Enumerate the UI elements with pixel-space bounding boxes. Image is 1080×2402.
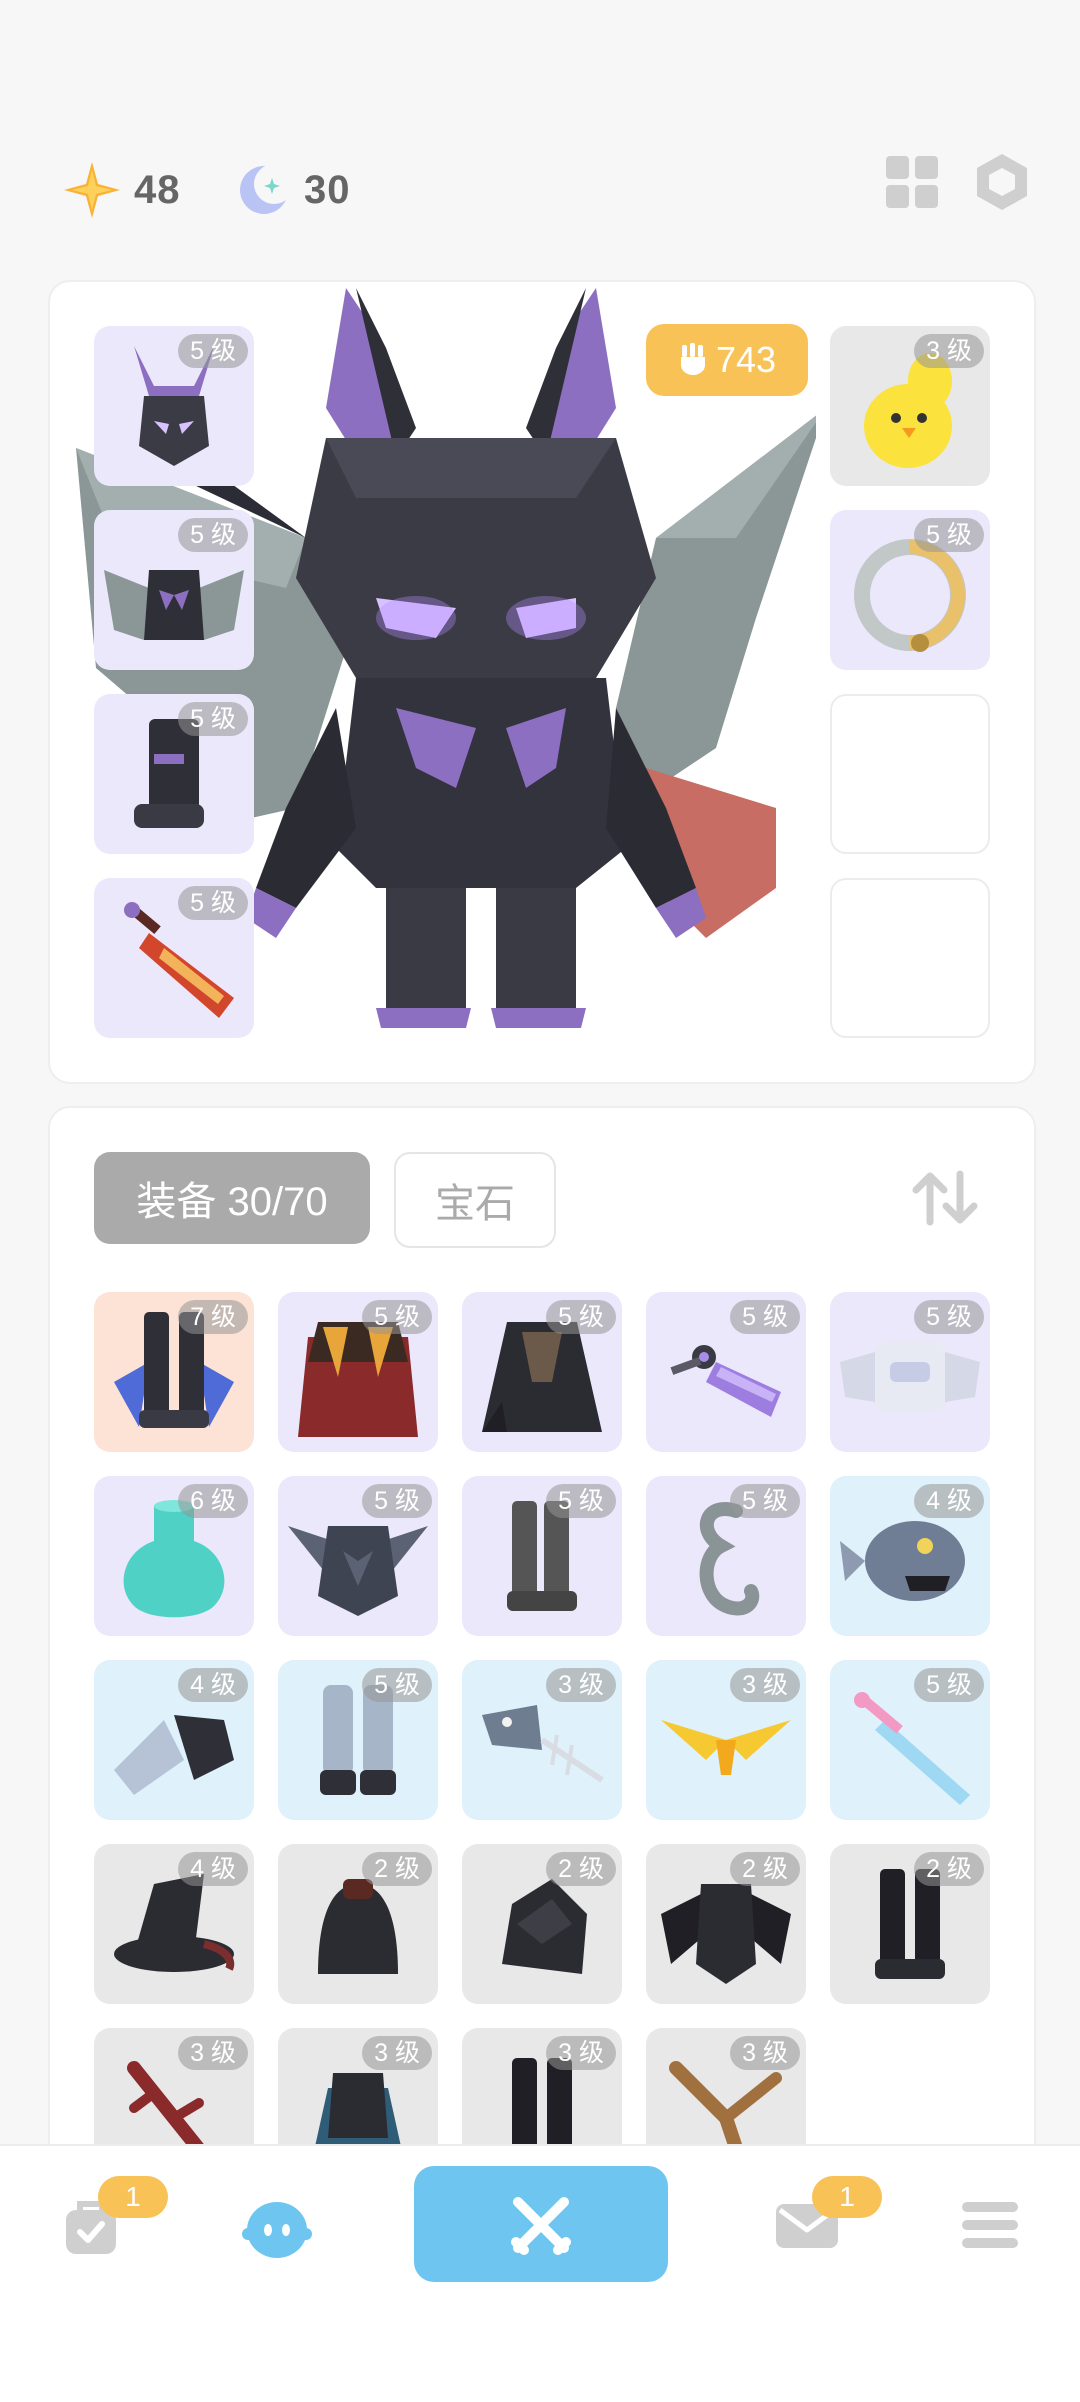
item-level: 5 级 — [914, 1668, 984, 1702]
inventory-item[interactable]: 2 级 — [646, 1844, 806, 2004]
equip-slot-ring[interactable]: 5 级 — [830, 510, 990, 670]
item-level: 3 级 — [730, 2036, 800, 2070]
equip-slot-empty-1[interactable] — [830, 694, 990, 854]
inventory-item[interactable]: 4 级 — [830, 1476, 990, 1636]
item-level: 4 级 — [178, 1852, 248, 1886]
tab-gems[interactable]: 宝石 — [394, 1152, 556, 1248]
item-level: 3 级 — [546, 2036, 616, 2070]
settings-hexagon-icon[interactable] — [972, 152, 1032, 212]
inventory-item[interactable]: 5 级 — [278, 1660, 438, 1820]
item-level: 5 级 — [546, 1484, 616, 1518]
item-level: 2 级 — [546, 1852, 616, 1886]
inventory-item[interactable]: 3 级 — [646, 2028, 806, 2144]
equip-slot-boots[interactable]: 5 级 — [94, 694, 254, 854]
equip-slot-helmet[interactable]: 5 级 — [94, 326, 254, 486]
equip-slot-pet[interactable]: 3 级 — [830, 326, 990, 486]
moon-icon — [240, 164, 292, 214]
inventory-item[interactable]: 3 级 — [94, 2028, 254, 2144]
battle-button[interactable] — [414, 2166, 668, 2282]
item-level: 3 级 — [730, 1668, 800, 1702]
inventory-item[interactable]: 3 级 — [462, 1660, 622, 1820]
item-level: 5 级 — [178, 886, 248, 920]
moon-currency: 30 — [236, 150, 351, 230]
inventory-item[interactable]: 3 级 — [462, 2028, 622, 2144]
item-level: 5 级 — [730, 1300, 800, 1334]
equip-slot-weapon[interactable]: 5 级 — [94, 878, 254, 1038]
inventory-item[interactable]: 4 级 — [94, 1844, 254, 2004]
star-count: 48 — [134, 167, 181, 212]
inventory-item[interactable]: 2 级 — [278, 1844, 438, 2004]
inventory-item[interactable]: 5 级 — [278, 1292, 438, 1452]
power-value: 743 — [715, 339, 777, 380]
inventory-item[interactable]: 4 级 — [94, 1660, 254, 1820]
item-level: 4 级 — [914, 1484, 984, 1518]
item-level: 6 级 — [178, 1484, 248, 1518]
inventory-item[interactable]: 5 级 — [462, 1292, 622, 1452]
quest-badge: 1 — [98, 2176, 168, 2218]
inventory-item[interactable]: 6 级 — [94, 1476, 254, 1636]
inventory-item[interactable]: 5 级 — [830, 1660, 990, 1820]
fist-icon — [680, 343, 705, 375]
item-level: 5 级 — [178, 334, 248, 368]
menu-icon[interactable] — [960, 2200, 1020, 2250]
inventory-item[interactable]: 2 级 — [462, 1844, 622, 2004]
item-level: 2 级 — [362, 1852, 432, 1886]
item-level: 3 级 — [178, 2036, 248, 2070]
star-icon — [64, 162, 120, 218]
inventory-item[interactable]: 5 级 — [278, 1476, 438, 1636]
item-level: 5 级 — [178, 702, 248, 736]
inventory-item[interactable]: 5 级 — [646, 1476, 806, 1636]
item-level: 7 级 — [178, 1300, 248, 1334]
item-level: 2 级 — [914, 1852, 984, 1886]
item-level: 3 级 — [362, 2036, 432, 2070]
equip-slot-empty-2[interactable] — [830, 878, 990, 1038]
star-currency: 48 — [62, 150, 181, 230]
power-badge: 743 — [646, 324, 808, 396]
moon-count: 30 — [304, 167, 351, 212]
equip-slot-armor[interactable]: 5 级 — [94, 510, 254, 670]
inventory-item[interactable]: 2 级 — [830, 1844, 990, 2004]
sort-icon[interactable] — [912, 1170, 978, 1226]
item-level: 3 级 — [914, 334, 984, 368]
inventory-item[interactable]: 5 级 — [462, 1476, 622, 1636]
inventory-item[interactable]: 7 级 — [94, 1292, 254, 1452]
item-level: 5 级 — [362, 1300, 432, 1334]
item-level: 5 级 — [178, 518, 248, 552]
tab-equipment[interactable]: 装备 30/70 — [94, 1152, 370, 1244]
item-level: 2 级 — [730, 1852, 800, 1886]
item-level: 4 级 — [178, 1668, 248, 1702]
inventory-item[interactable]: 5 级 — [646, 1292, 806, 1452]
crossed-swords-icon — [511, 2197, 571, 2255]
item-level: 5 级 — [362, 1484, 432, 1518]
item-level: 5 级 — [362, 1668, 432, 1702]
inventory-item[interactable]: 3 级 — [278, 2028, 438, 2144]
character-face-icon[interactable] — [240, 2196, 314, 2260]
item-level: 3 级 — [546, 1668, 616, 1702]
mail-badge: 1 — [812, 2176, 882, 2218]
item-level: 5 级 — [730, 1484, 800, 1518]
item-level: 5 级 — [914, 518, 984, 552]
inventory-item[interactable]: 5 级 — [830, 1292, 990, 1452]
inventory-grid: 7 级 5 级 5 级 5 级 5 级 6 级 5 级 5 级 5 级 4 级 … — [0, 1280, 1080, 2144]
item-level: 5 级 — [546, 1300, 616, 1334]
item-level: 5 级 — [914, 1300, 984, 1334]
grid-menu-icon[interactable] — [882, 152, 942, 212]
inventory-item[interactable]: 3 级 — [646, 1660, 806, 1820]
